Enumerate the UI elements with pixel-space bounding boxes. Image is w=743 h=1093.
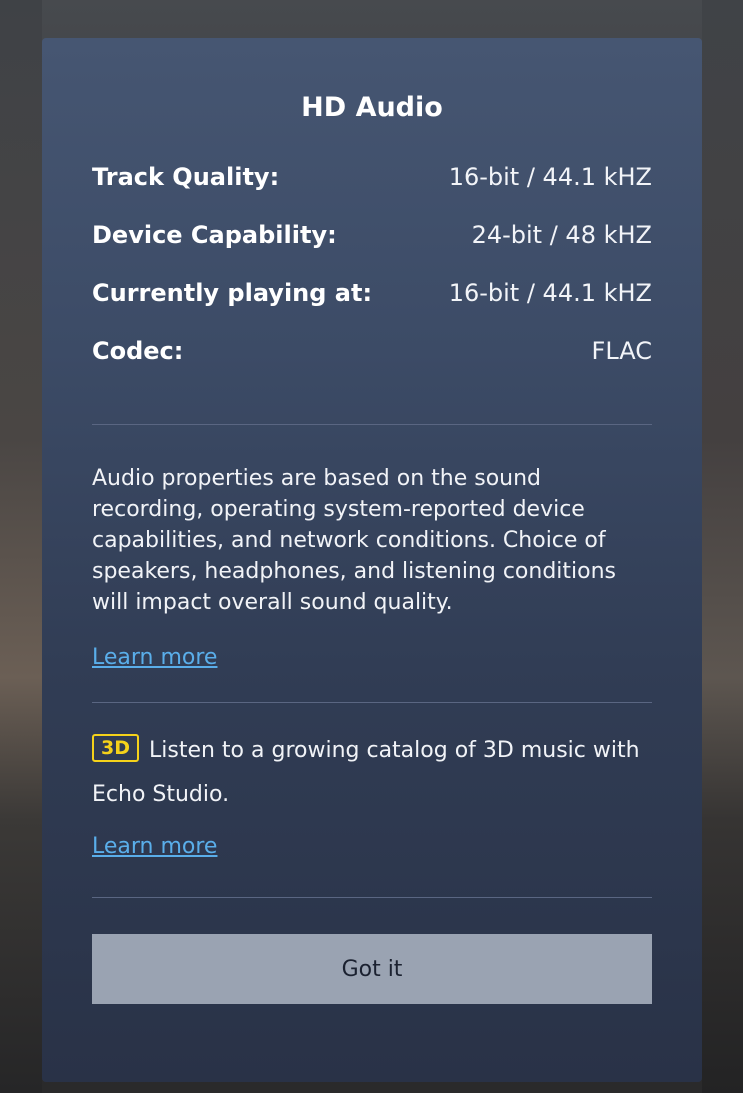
spec-value: 16-bit / 44.1 kHZ	[448, 279, 652, 307]
spec-label: Codec:	[92, 337, 184, 365]
divider	[92, 702, 652, 703]
divider	[92, 897, 652, 898]
dialog-title: HD Audio	[301, 92, 443, 123]
spec-label: Currently playing at:	[92, 279, 373, 307]
learn-more-link-3d[interactable]: Learn more	[92, 831, 217, 863]
hd-audio-dialog: HD Audio Track Quality: 16-bit / 44.1 kH…	[42, 38, 702, 1082]
spec-value: 16-bit / 44.1 kHZ	[448, 163, 652, 191]
spec-row-codec: Codec: FLAC	[92, 322, 652, 380]
background-blur-right	[702, 0, 743, 1093]
got-it-button[interactable]: Got it	[92, 934, 652, 1004]
spec-row-track-quality: Track Quality: 16-bit / 44.1 kHZ	[92, 148, 652, 206]
3d-badge-icon: 3D	[92, 734, 139, 762]
background-blur-left	[0, 0, 42, 1093]
spec-row-device-capability: Device Capability: 24-bit / 48 kHZ	[92, 206, 652, 264]
divider	[92, 424, 652, 425]
audio-properties-description: Audio properties are based on the sound …	[92, 466, 617, 615]
spec-value: 24-bit / 48 kHZ	[471, 221, 652, 249]
learn-more-link-audio[interactable]: Learn more	[92, 642, 217, 674]
audio-specs-list: Track Quality: 16-bit / 44.1 kHZ Device …	[92, 148, 652, 380]
spec-label: Track Quality:	[92, 163, 280, 191]
spec-label: Device Capability:	[92, 221, 337, 249]
spec-value: FLAC	[591, 337, 652, 365]
spec-row-currently-playing: Currently playing at: 16-bit / 44.1 kHZ	[92, 264, 652, 322]
3d-music-promo: 3D Listen to a growing catalog of 3D musi…	[92, 729, 652, 817]
promo-text: Listen to a growing catalog of 3D music …	[92, 738, 640, 807]
